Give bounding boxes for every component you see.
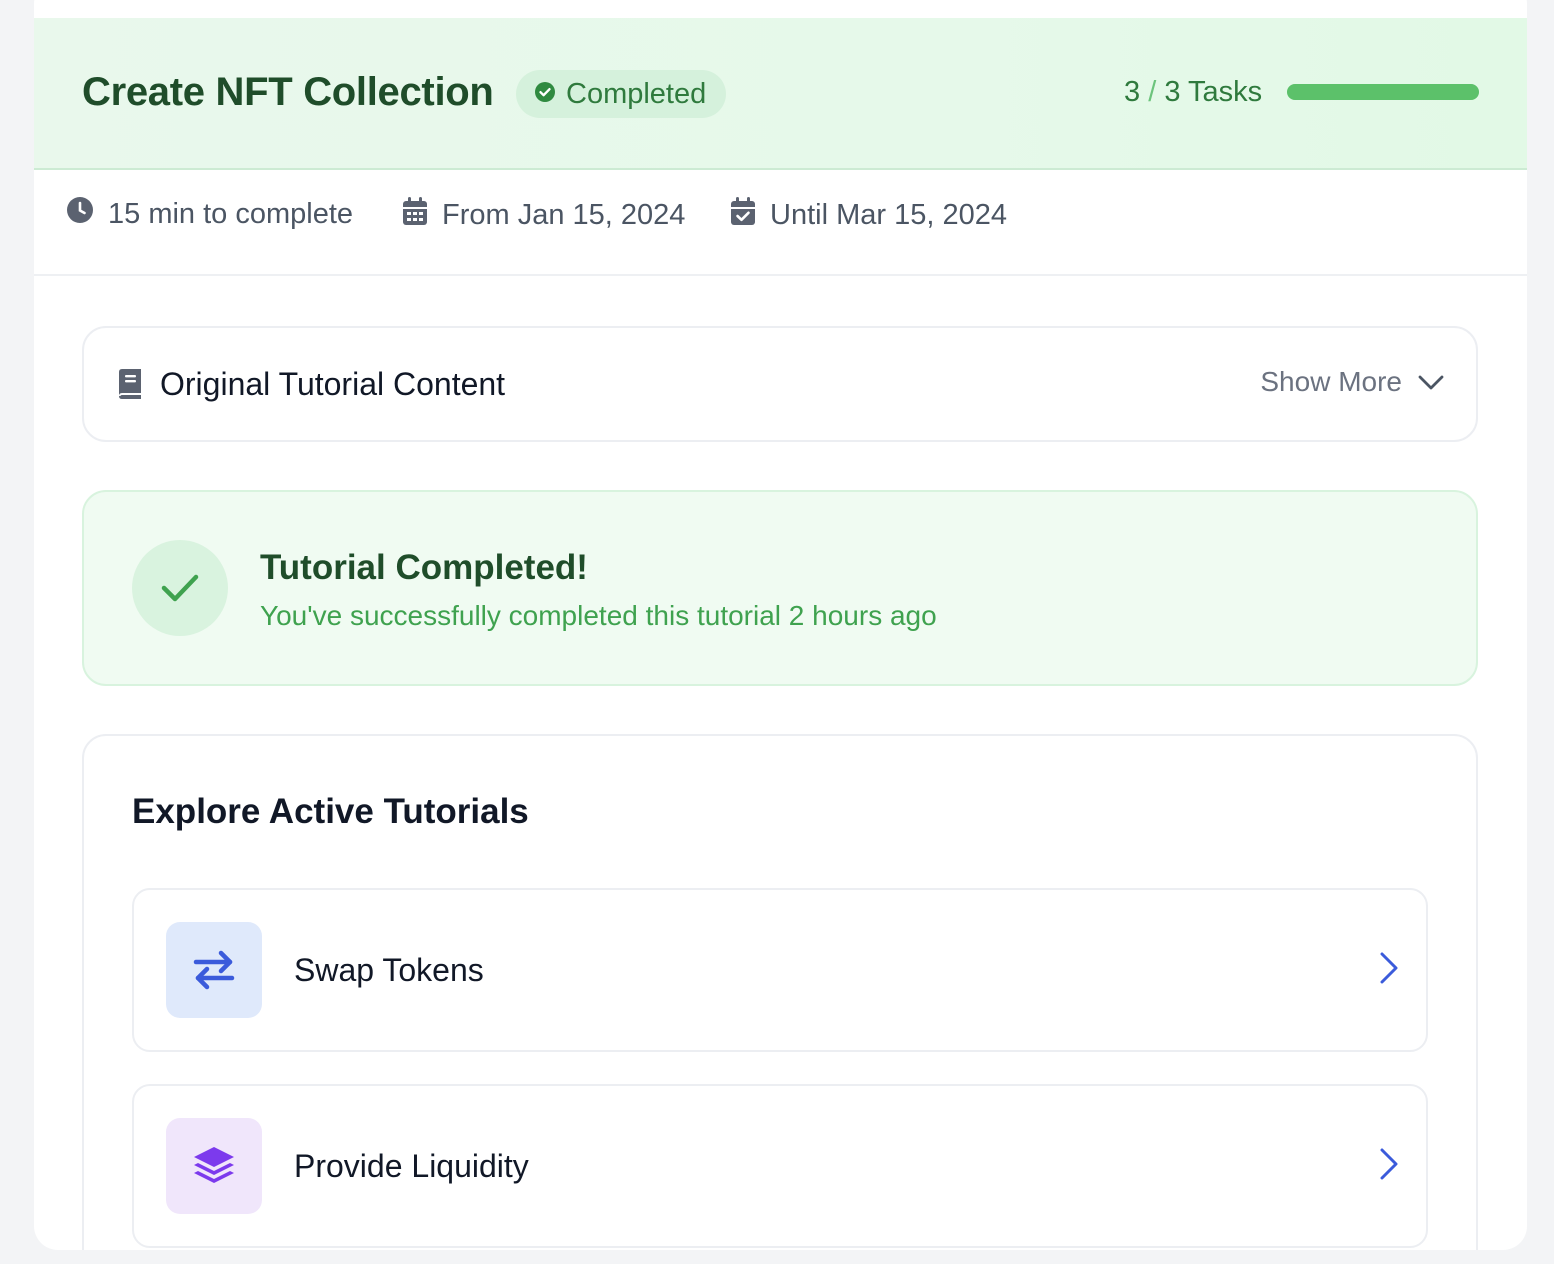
status-label: Completed [566, 77, 707, 110]
tutorial-label: Swap Tokens [294, 952, 484, 988]
swap-arrows-icon [166, 922, 262, 1018]
status-badge: Completed [516, 70, 727, 118]
tasks-separator: / [1148, 76, 1157, 108]
tutorial-label: Provide Liquidity [294, 1148, 529, 1184]
start-date-item: From Jan 15, 2024 [402, 196, 685, 234]
chevron-down-icon [1418, 366, 1444, 398]
meta-row: 15 min to complete From Jan 15, 2024 Unt… [34, 170, 1527, 276]
original-content-title: Original Tutorial Content [160, 366, 506, 402]
completion-check-icon [132, 540, 228, 636]
progress-fill [1287, 84, 1479, 100]
calendar-icon [402, 196, 428, 234]
layers-icon [166, 1118, 262, 1214]
duration-item: 15 min to complete [66, 196, 353, 232]
completion-subtitle: You've successfully completed this tutor… [260, 600, 937, 631]
duration-text: 15 min to complete [108, 197, 354, 230]
tutorial-header: Create NFT Collection Completed 3 / 3 Ta… [34, 18, 1527, 170]
end-date-item: Until Mar 15, 2024 [730, 196, 1007, 234]
chevron-right-icon [1378, 1146, 1400, 1187]
progress-bar [1287, 84, 1479, 100]
show-more-button[interactable]: Show More [1260, 366, 1444, 398]
tutorial-item-swap-tokens[interactable]: Swap Tokens [132, 888, 1428, 1052]
explore-title: Explore Active Tutorials [132, 792, 529, 831]
tasks-count: 3 / 3 Tasks [1124, 76, 1262, 109]
page-title: Create NFT Collection [82, 70, 494, 114]
completion-title: Tutorial Completed! [260, 548, 588, 587]
tasks-total: 3 Tasks [1164, 76, 1263, 108]
explore-panel: Explore Active Tutorials Swap Tokens Pro… [82, 734, 1478, 1250]
tasks-done: 3 [1124, 76, 1141, 108]
original-content-panel[interactable]: Original Tutorial Content Show More [82, 326, 1478, 442]
completion-banner: Tutorial Completed! You've successfully … [82, 490, 1478, 686]
chevron-right-icon [1378, 950, 1400, 991]
calendar-check-icon [730, 196, 756, 234]
book-icon [116, 368, 144, 405]
start-date-text: From Jan 15, 2024 [442, 198, 686, 231]
clock-icon [66, 196, 94, 232]
tutorial-item-provide-liquidity[interactable]: Provide Liquidity [132, 1084, 1428, 1248]
show-more-label: Show More [1260, 366, 1402, 397]
tutorial-card: Create NFT Collection Completed 3 / 3 Ta… [34, 0, 1527, 1250]
check-circle-icon [534, 78, 556, 111]
end-date-text: Until Mar 15, 2024 [770, 198, 1007, 231]
